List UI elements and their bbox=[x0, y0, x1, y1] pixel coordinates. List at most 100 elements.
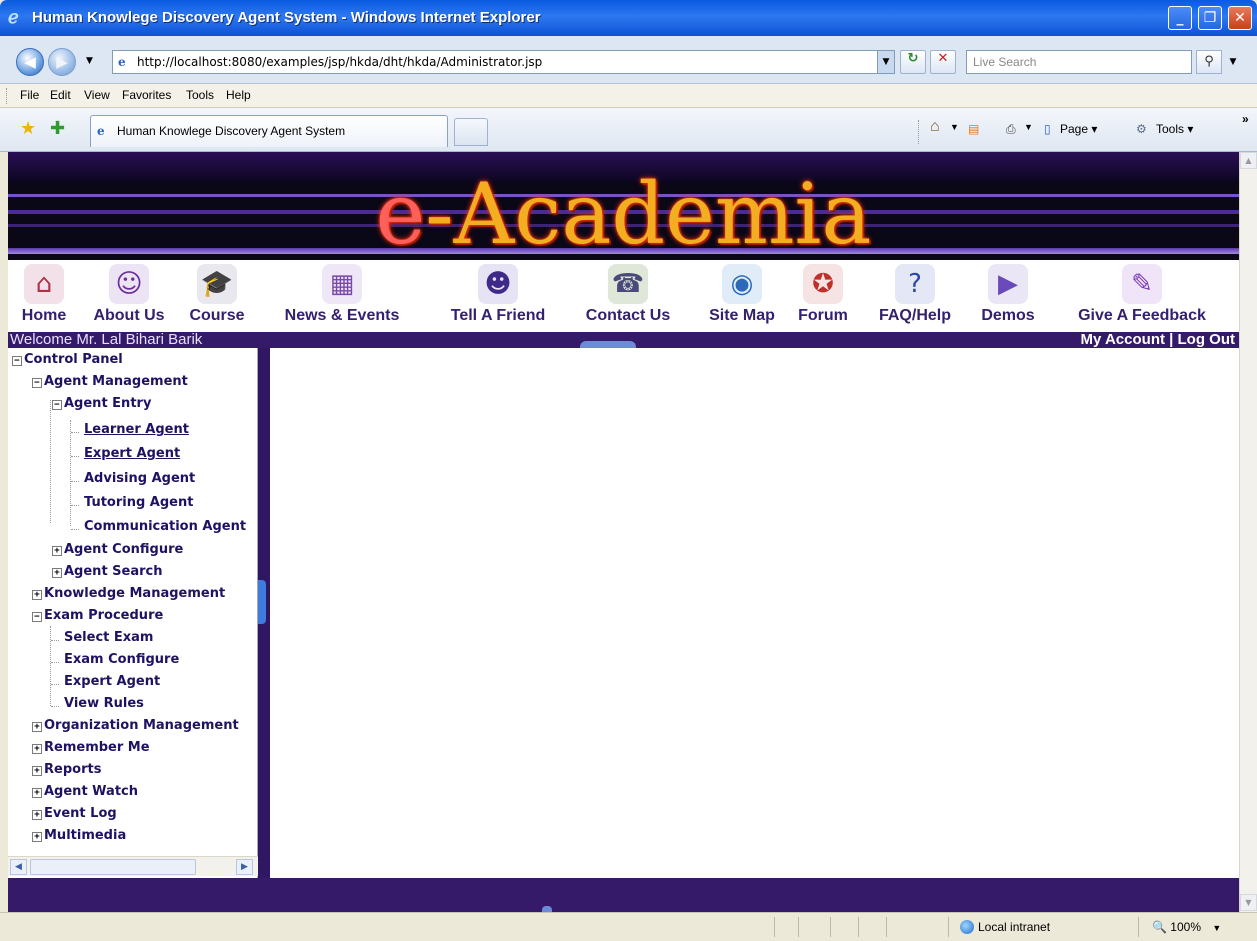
menu-favorites[interactable]: Favorites bbox=[122, 88, 171, 102]
toolbar-overflow-icon[interactable]: » bbox=[1242, 112, 1249, 126]
tree-remember-me[interactable]: Remember Me bbox=[44, 738, 150, 758]
account-links[interactable]: My Account | Log Out bbox=[1081, 332, 1235, 348]
scroll-right-icon[interactable]: ▶ bbox=[236, 859, 253, 875]
expand-toggle-icon[interactable]: + bbox=[32, 590, 42, 600]
collapse-header-handle[interactable] bbox=[580, 341, 636, 348]
tree-organization-management[interactable]: Organization Management bbox=[44, 716, 239, 736]
nav-contact-us[interactable]: ☎ Contact Us bbox=[576, 260, 680, 332]
tree-view-rules[interactable]: View Rules bbox=[64, 694, 144, 714]
back-button[interactable]: ◀ bbox=[16, 48, 44, 76]
favorites-center-star-icon[interactable]: ★ bbox=[20, 120, 36, 138]
menu-edit[interactable]: Edit bbox=[50, 88, 71, 102]
print-dropdown-icon[interactable]: ▼ bbox=[1024, 122, 1033, 132]
tree-select-exam[interactable]: Select Exam bbox=[64, 628, 153, 648]
nav-forum[interactable]: ✪ Forum bbox=[790, 260, 856, 332]
nav-site-map[interactable]: ◉ Site Map bbox=[694, 260, 790, 332]
url-dropdown-icon[interactable]: ▼ bbox=[877, 51, 894, 73]
tree-reports[interactable]: Reports bbox=[44, 760, 101, 780]
menu-bar: File Edit View Favorites Tools Help bbox=[0, 84, 1257, 108]
nav-about-us[interactable]: ☺ About Us bbox=[82, 260, 176, 332]
tree-agent-management[interactable]: Agent Management bbox=[44, 372, 188, 392]
content-frame bbox=[270, 348, 1239, 878]
tree-tutoring-agent[interactable]: Tutoring Agent bbox=[84, 493, 193, 513]
page-vertical-scrollbar[interactable]: ▲ ▼ bbox=[1239, 152, 1257, 912]
search-input[interactable]: Live Search bbox=[966, 50, 1192, 74]
scroll-thumb[interactable] bbox=[30, 859, 196, 875]
nav-faq-help[interactable]: ? FAQ/Help bbox=[868, 260, 962, 332]
site-title-rest: -Academia bbox=[425, 165, 872, 260]
favorites-tab-bar: ★ ✚ e Human Knowlege Discovery Agent Sys… bbox=[0, 108, 1257, 152]
add-favorite-icon[interactable]: ✚ bbox=[50, 120, 65, 138]
security-zone[interactable]: Local intranet bbox=[960, 920, 1050, 934]
tools-menu-button[interactable]: Tools ▾ bbox=[1156, 122, 1193, 136]
refresh-button[interactable]: ↻ bbox=[900, 50, 926, 74]
collapse-toggle-icon[interactable]: − bbox=[12, 356, 22, 366]
menu-tools[interactable]: Tools bbox=[186, 88, 214, 102]
expand-toggle-icon[interactable]: + bbox=[32, 810, 42, 820]
nav-give-a-feedback[interactable]: ✎ Give A Feedback bbox=[1062, 260, 1222, 332]
stop-button[interactable]: ✕ bbox=[930, 50, 956, 74]
home-dropdown-icon[interactable]: ▼ bbox=[950, 122, 959, 132]
tree-expert-agent[interactable]: Expert Agent bbox=[84, 444, 180, 464]
new-tab-button[interactable] bbox=[454, 118, 488, 146]
tab-active[interactable]: e Human Knowlege Discovery Agent System bbox=[90, 115, 448, 147]
nav-course[interactable]: 🎓 Course bbox=[178, 260, 256, 332]
tree-exam-procedure[interactable]: Exam Procedure bbox=[44, 606, 163, 626]
tree-agent-configure[interactable]: Agent Configure bbox=[64, 540, 183, 560]
collapse-toggle-icon[interactable]: − bbox=[52, 400, 62, 410]
forward-button[interactable]: ▶ bbox=[48, 48, 76, 76]
home-icon[interactable]: ⌂ bbox=[930, 118, 940, 136]
tree-communication-agent[interactable]: Communication Agent bbox=[84, 517, 246, 537]
minimize-button[interactable]: _ bbox=[1168, 6, 1192, 30]
nav-news-events[interactable]: ▦ News & Events bbox=[270, 260, 414, 332]
page-footer-bar bbox=[8, 878, 1239, 912]
site-title-e: e bbox=[375, 165, 426, 260]
menu-help[interactable]: Help bbox=[226, 88, 251, 102]
expand-toggle-icon[interactable]: + bbox=[32, 744, 42, 754]
expand-toggle-icon[interactable]: + bbox=[32, 832, 42, 842]
expand-toggle-icon[interactable]: + bbox=[52, 546, 62, 556]
menu-file[interactable]: File bbox=[20, 88, 39, 102]
tree-agent-watch[interactable]: Agent Watch bbox=[44, 782, 138, 802]
tree-advising-agent[interactable]: Advising Agent bbox=[84, 469, 195, 489]
expand-toggle-icon[interactable]: + bbox=[32, 722, 42, 732]
page-menu-button[interactable]: Page ▾ bbox=[1060, 122, 1097, 136]
expand-toggle-icon[interactable]: + bbox=[32, 788, 42, 798]
site-title: e-Academia bbox=[8, 166, 1239, 260]
url-input[interactable]: e http://localhost:8080/examples/jsp/hkd… bbox=[112, 50, 895, 74]
tree-exam-expert-agent[interactable]: Expert Agent bbox=[64, 672, 160, 692]
print-icon[interactable]: ⎙ bbox=[1006, 122, 1016, 137]
tree-horizontal-scrollbar[interactable]: ◀ ▶ bbox=[8, 856, 258, 876]
collapse-toggle-icon[interactable]: − bbox=[32, 612, 42, 622]
recent-pages-dropdown-icon[interactable]: ▼ bbox=[86, 56, 93, 66]
tree-exam-configure[interactable]: Exam Configure bbox=[64, 650, 179, 670]
nav-tell-a-friend[interactable]: ☻ Tell A Friend bbox=[434, 260, 562, 332]
scroll-down-icon[interactable]: ▼ bbox=[1240, 894, 1257, 911]
collapse-toggle-icon[interactable]: − bbox=[32, 378, 42, 388]
expand-toggle-icon[interactable]: + bbox=[52, 568, 62, 578]
search-options-dropdown-icon[interactable]: ▼ bbox=[1226, 50, 1240, 74]
close-button[interactable]: ✕ bbox=[1228, 6, 1252, 30]
nav-demos[interactable]: ▶ Demos bbox=[972, 260, 1044, 332]
tree-agent-search[interactable]: Agent Search bbox=[64, 562, 163, 582]
main-nav: ⌂ Home ☺ About Us 🎓 Course ▦ News & Even… bbox=[8, 260, 1239, 332]
tree-knowledge-management[interactable]: Knowledge Management bbox=[44, 584, 225, 604]
expand-toggle-icon[interactable]: + bbox=[32, 766, 42, 776]
scroll-up-icon[interactable]: ▲ bbox=[1240, 152, 1257, 169]
tree-control-panel[interactable]: Control Panel bbox=[24, 350, 123, 370]
graduation-cap-icon: 🎓 bbox=[197, 264, 237, 304]
maximize-button[interactable]: ❐ bbox=[1198, 6, 1222, 30]
panel-collapse-handle[interactable] bbox=[258, 580, 266, 624]
tools-gear-icon: ⚙ bbox=[1136, 122, 1147, 136]
zoom-dropdown-icon[interactable]: ▼ bbox=[1212, 923, 1221, 933]
tree-learner-agent[interactable]: Learner Agent bbox=[84, 420, 189, 440]
zoom-level[interactable]: 🔍 100% ▼ bbox=[1152, 920, 1221, 934]
tree-event-log[interactable]: Event Log bbox=[44, 804, 117, 824]
tree-agent-entry[interactable]: Agent Entry bbox=[64, 394, 151, 414]
nav-home[interactable]: ⌂ Home bbox=[10, 260, 78, 332]
feeds-icon[interactable]: ▤ bbox=[968, 122, 979, 136]
search-icon[interactable]: ⚲ bbox=[1196, 50, 1222, 74]
scroll-left-icon[interactable]: ◀ bbox=[10, 859, 27, 875]
tree-multimedia[interactable]: Multimedia bbox=[44, 826, 126, 846]
menu-view[interactable]: View bbox=[84, 88, 110, 102]
